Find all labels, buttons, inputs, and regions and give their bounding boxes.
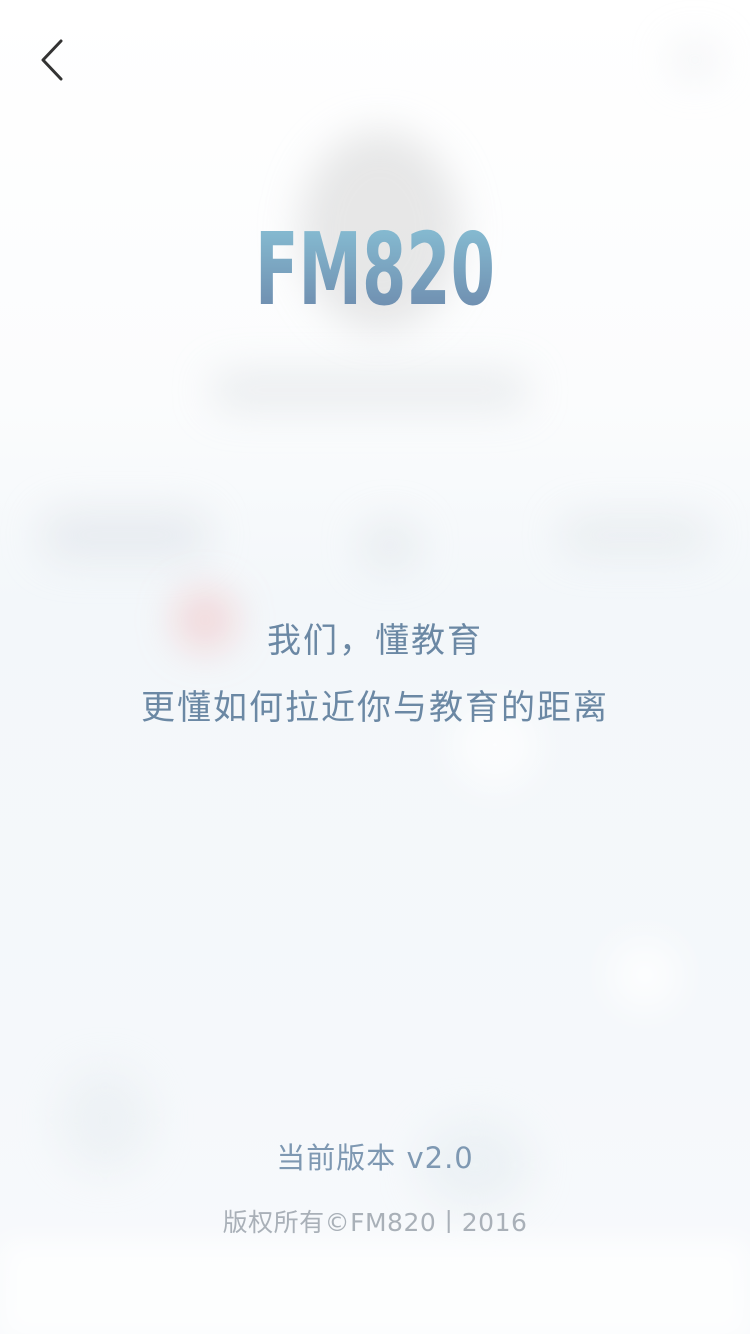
back-button[interactable] <box>28 36 76 84</box>
background-blur-shape <box>560 515 710 555</box>
background-blur-shape <box>610 940 680 1010</box>
slogan-line-2: 更懂如何拉近你与教育的距离 <box>141 688 609 728</box>
copyright-label: 版权所有©FM820丨2016 <box>222 1208 528 1237</box>
logo-text: FM820 <box>255 220 495 312</box>
background-blur-shape <box>210 370 530 410</box>
background-blur-shape <box>40 510 210 560</box>
version-label: 当前版本 v2.0 <box>276 1141 474 1175</box>
chevron-left-icon <box>41 39 63 81</box>
app-logo: FM820 <box>255 220 495 312</box>
background-blur-shape <box>360 520 420 570</box>
blurred-background <box>0 0 750 1334</box>
background-blur-shape <box>0 1240 750 1334</box>
background-blur-shape <box>670 40 720 80</box>
slogan-line-1: 我们，懂教育 <box>267 621 483 661</box>
